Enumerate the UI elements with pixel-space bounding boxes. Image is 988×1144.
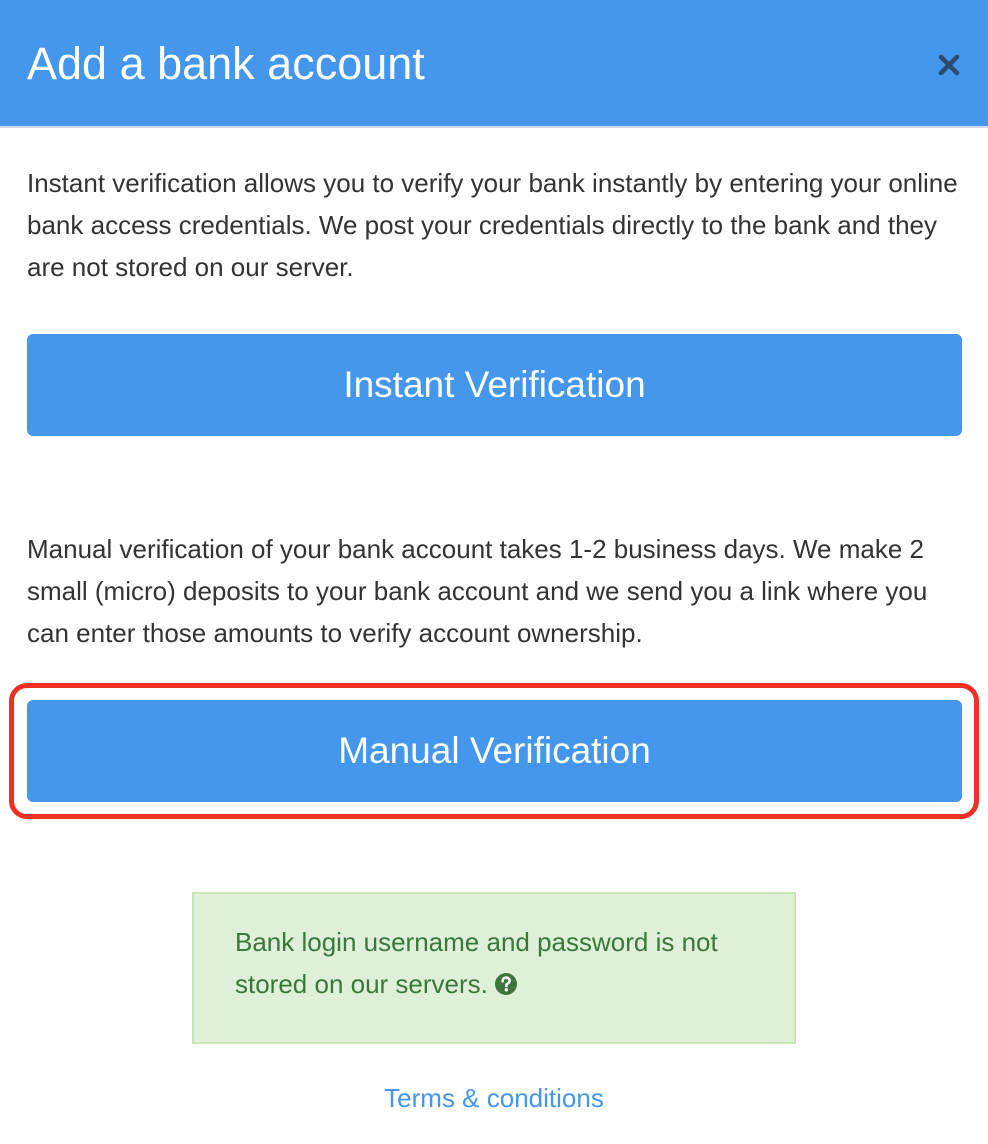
dialog-title: Add a bank account — [27, 38, 425, 89]
instant-verification-button[interactable]: Instant Verification — [27, 334, 962, 436]
security-notice-paragraph: Bank login username and password is not … — [235, 921, 775, 1005]
terms-and-conditions-link[interactable]: Terms & conditions — [0, 1080, 988, 1116]
add-bank-account-dialog: Add a bank account Instant verification … — [0, 0, 988, 1144]
security-notice: Bank login username and password is not … — [192, 892, 796, 1044]
security-notice-text: Bank login username and password is not … — [235, 927, 718, 999]
instant-verification-description: Instant verification allows you to verif… — [27, 168, 958, 282]
dialog-header: Add a bank account — [0, 0, 988, 128]
manual-verification-description: Manual verification of your bank account… — [27, 534, 928, 648]
question-circle-icon[interactable] — [494, 972, 518, 996]
close-icon — [938, 54, 960, 76]
close-button[interactable] — [930, 46, 968, 84]
manual-verification-button[interactable]: Manual Verification — [27, 700, 962, 802]
